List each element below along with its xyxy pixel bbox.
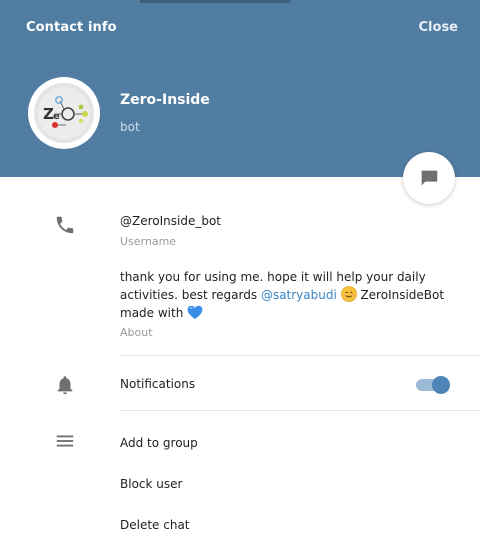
divider bbox=[120, 410, 480, 411]
send-message-button[interactable] bbox=[403, 152, 455, 204]
blue-heart-emoji-icon bbox=[187, 305, 203, 320]
menu-icon bbox=[54, 430, 76, 452]
svg-text:e: e bbox=[53, 111, 60, 122]
block-user-button[interactable]: Block user bbox=[120, 477, 182, 491]
smiling-face-emoji-icon bbox=[340, 286, 357, 302]
panel-title: Contact info bbox=[26, 20, 117, 35]
bell-icon bbox=[54, 374, 76, 396]
notifications-label: Notifications bbox=[120, 377, 196, 391]
mention-link[interactable]: @satryabudi bbox=[261, 288, 337, 302]
chat-bubble-icon bbox=[421, 170, 438, 186]
phone-icon bbox=[54, 214, 76, 236]
divider bbox=[120, 355, 480, 356]
zero-inside-logo-icon: Z e bbox=[34, 83, 94, 143]
about-text: thank you for using me. hope it will hel… bbox=[120, 268, 465, 322]
about-label: About bbox=[120, 326, 153, 339]
toggle-knob bbox=[432, 376, 450, 394]
contact-info-header: Contact info Close Z e Zero-Inside bot bbox=[0, 0, 480, 177]
username-label: Username bbox=[120, 235, 177, 248]
contact-status: bot bbox=[120, 120, 140, 134]
contact-name: Zero-Inside bbox=[120, 92, 210, 108]
username-value[interactable]: @ZeroInside_bot bbox=[120, 214, 221, 228]
header-top-strip bbox=[140, 0, 290, 3]
add-to-group-button[interactable]: Add to group bbox=[120, 436, 198, 450]
delete-chat-button[interactable]: Delete chat bbox=[120, 518, 190, 532]
close-button[interactable]: Close bbox=[419, 20, 458, 35]
notifications-toggle[interactable] bbox=[416, 376, 452, 394]
avatar[interactable]: Z e bbox=[28, 77, 100, 149]
